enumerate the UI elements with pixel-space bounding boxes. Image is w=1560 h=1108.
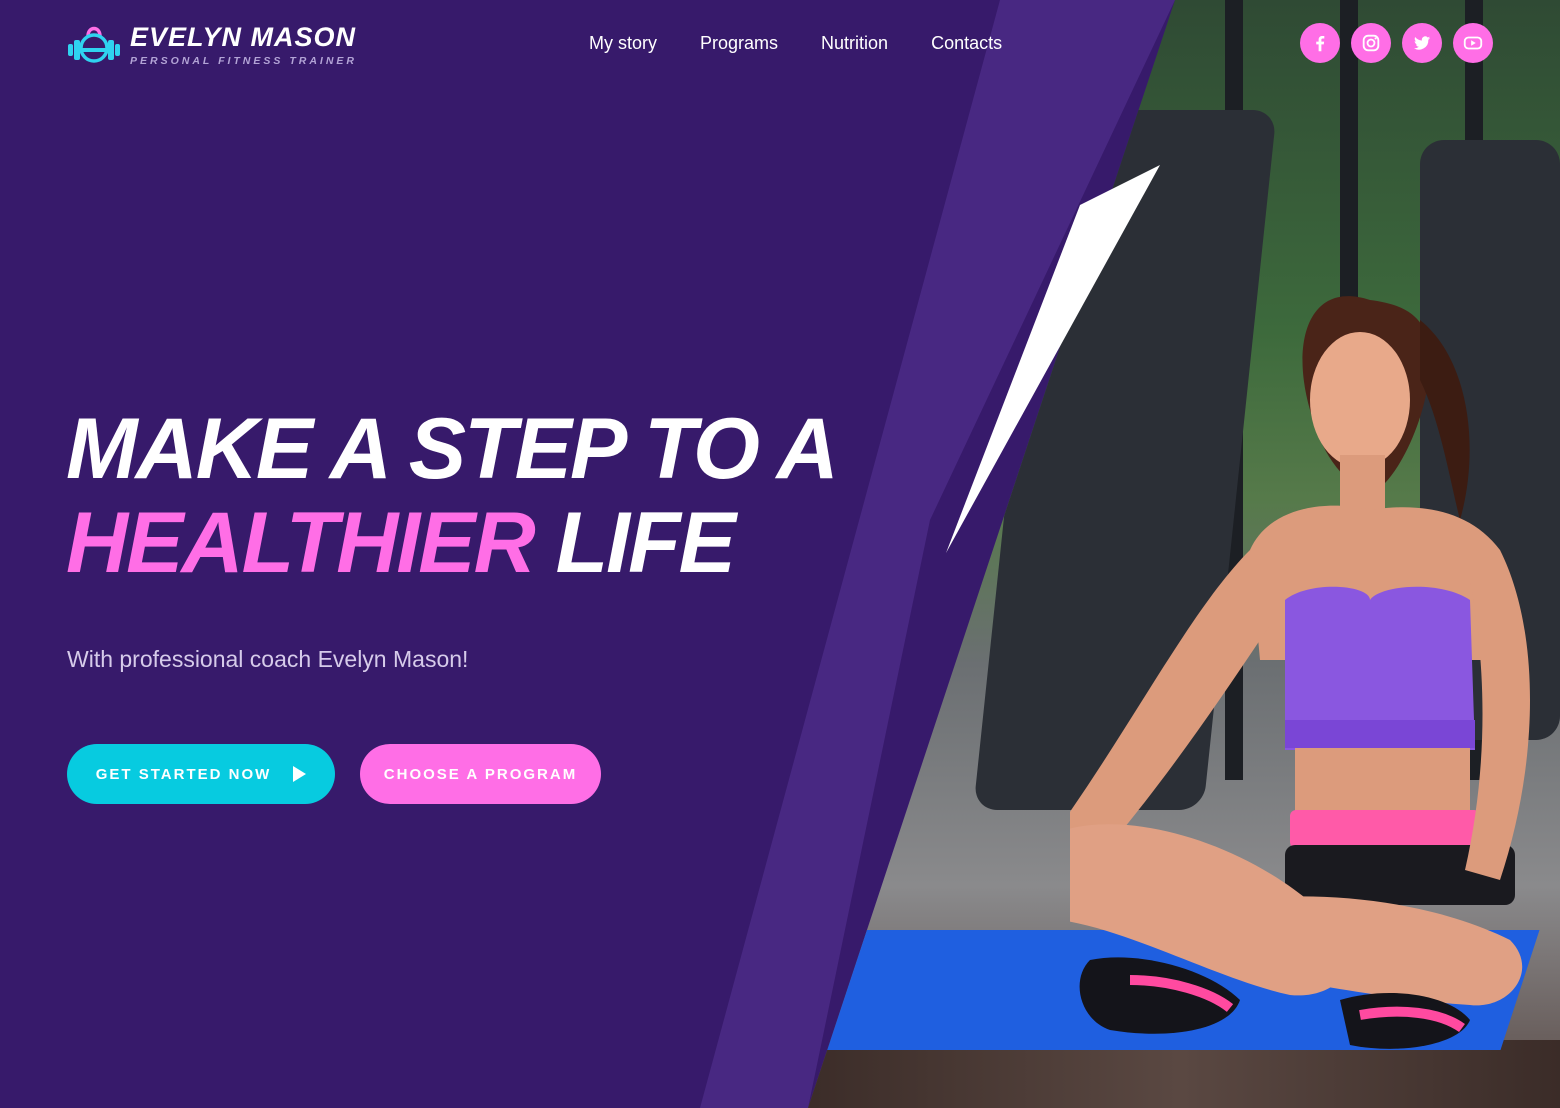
headline-line-1: MAKE A STEP TO A (66, 401, 839, 497)
facebook-icon[interactable] (1300, 23, 1340, 63)
main-nav: My story Programs Nutrition Contacts (589, 31, 1045, 55)
choose-program-button[interactable]: CHOOSE A PROGRAM (360, 744, 601, 804)
youtube-icon[interactable] (1453, 23, 1493, 63)
nav-item-my-story[interactable]: My story (589, 31, 657, 55)
headline-line-2: LIFE (555, 495, 736, 591)
hero-headline: MAKE A STEP TO A HEALTHIER LIFE (66, 401, 839, 591)
hero-subtitle: With professional coach Evelyn Mason! (67, 646, 469, 672)
brand-tagline: PERSONAL FITNESS TRAINER (130, 54, 357, 67)
get-started-button[interactable]: GET STARTED NOW (67, 744, 335, 804)
get-started-label: GET STARTED NOW (95, 765, 272, 783)
dumbbell-kettlebell-icon (68, 26, 120, 63)
trainer-figure (1070, 296, 1530, 1049)
choose-program-label: CHOOSE A PROGRAM (383, 765, 578, 783)
nav-item-contacts[interactable]: Contacts (931, 31, 1002, 55)
brand-text: EVELYN MASON PERSONAL FITNESS TRAINER (130, 22, 357, 67)
twitter-icon[interactable] (1402, 23, 1442, 63)
nav-item-programs[interactable]: Programs (700, 31, 778, 55)
play-arrow-icon (293, 766, 307, 782)
headline-accent-word: HEALTHIER (66, 495, 536, 591)
brand-name: EVELYN MASON (130, 21, 357, 52)
brand-logo[interactable]: EVELYN MASON PERSONAL FITNESS TRAINER (66, 20, 357, 68)
social-links (1300, 23, 1504, 63)
instagram-icon[interactable] (1351, 23, 1391, 63)
nav-item-nutrition[interactable]: Nutrition (821, 31, 888, 55)
